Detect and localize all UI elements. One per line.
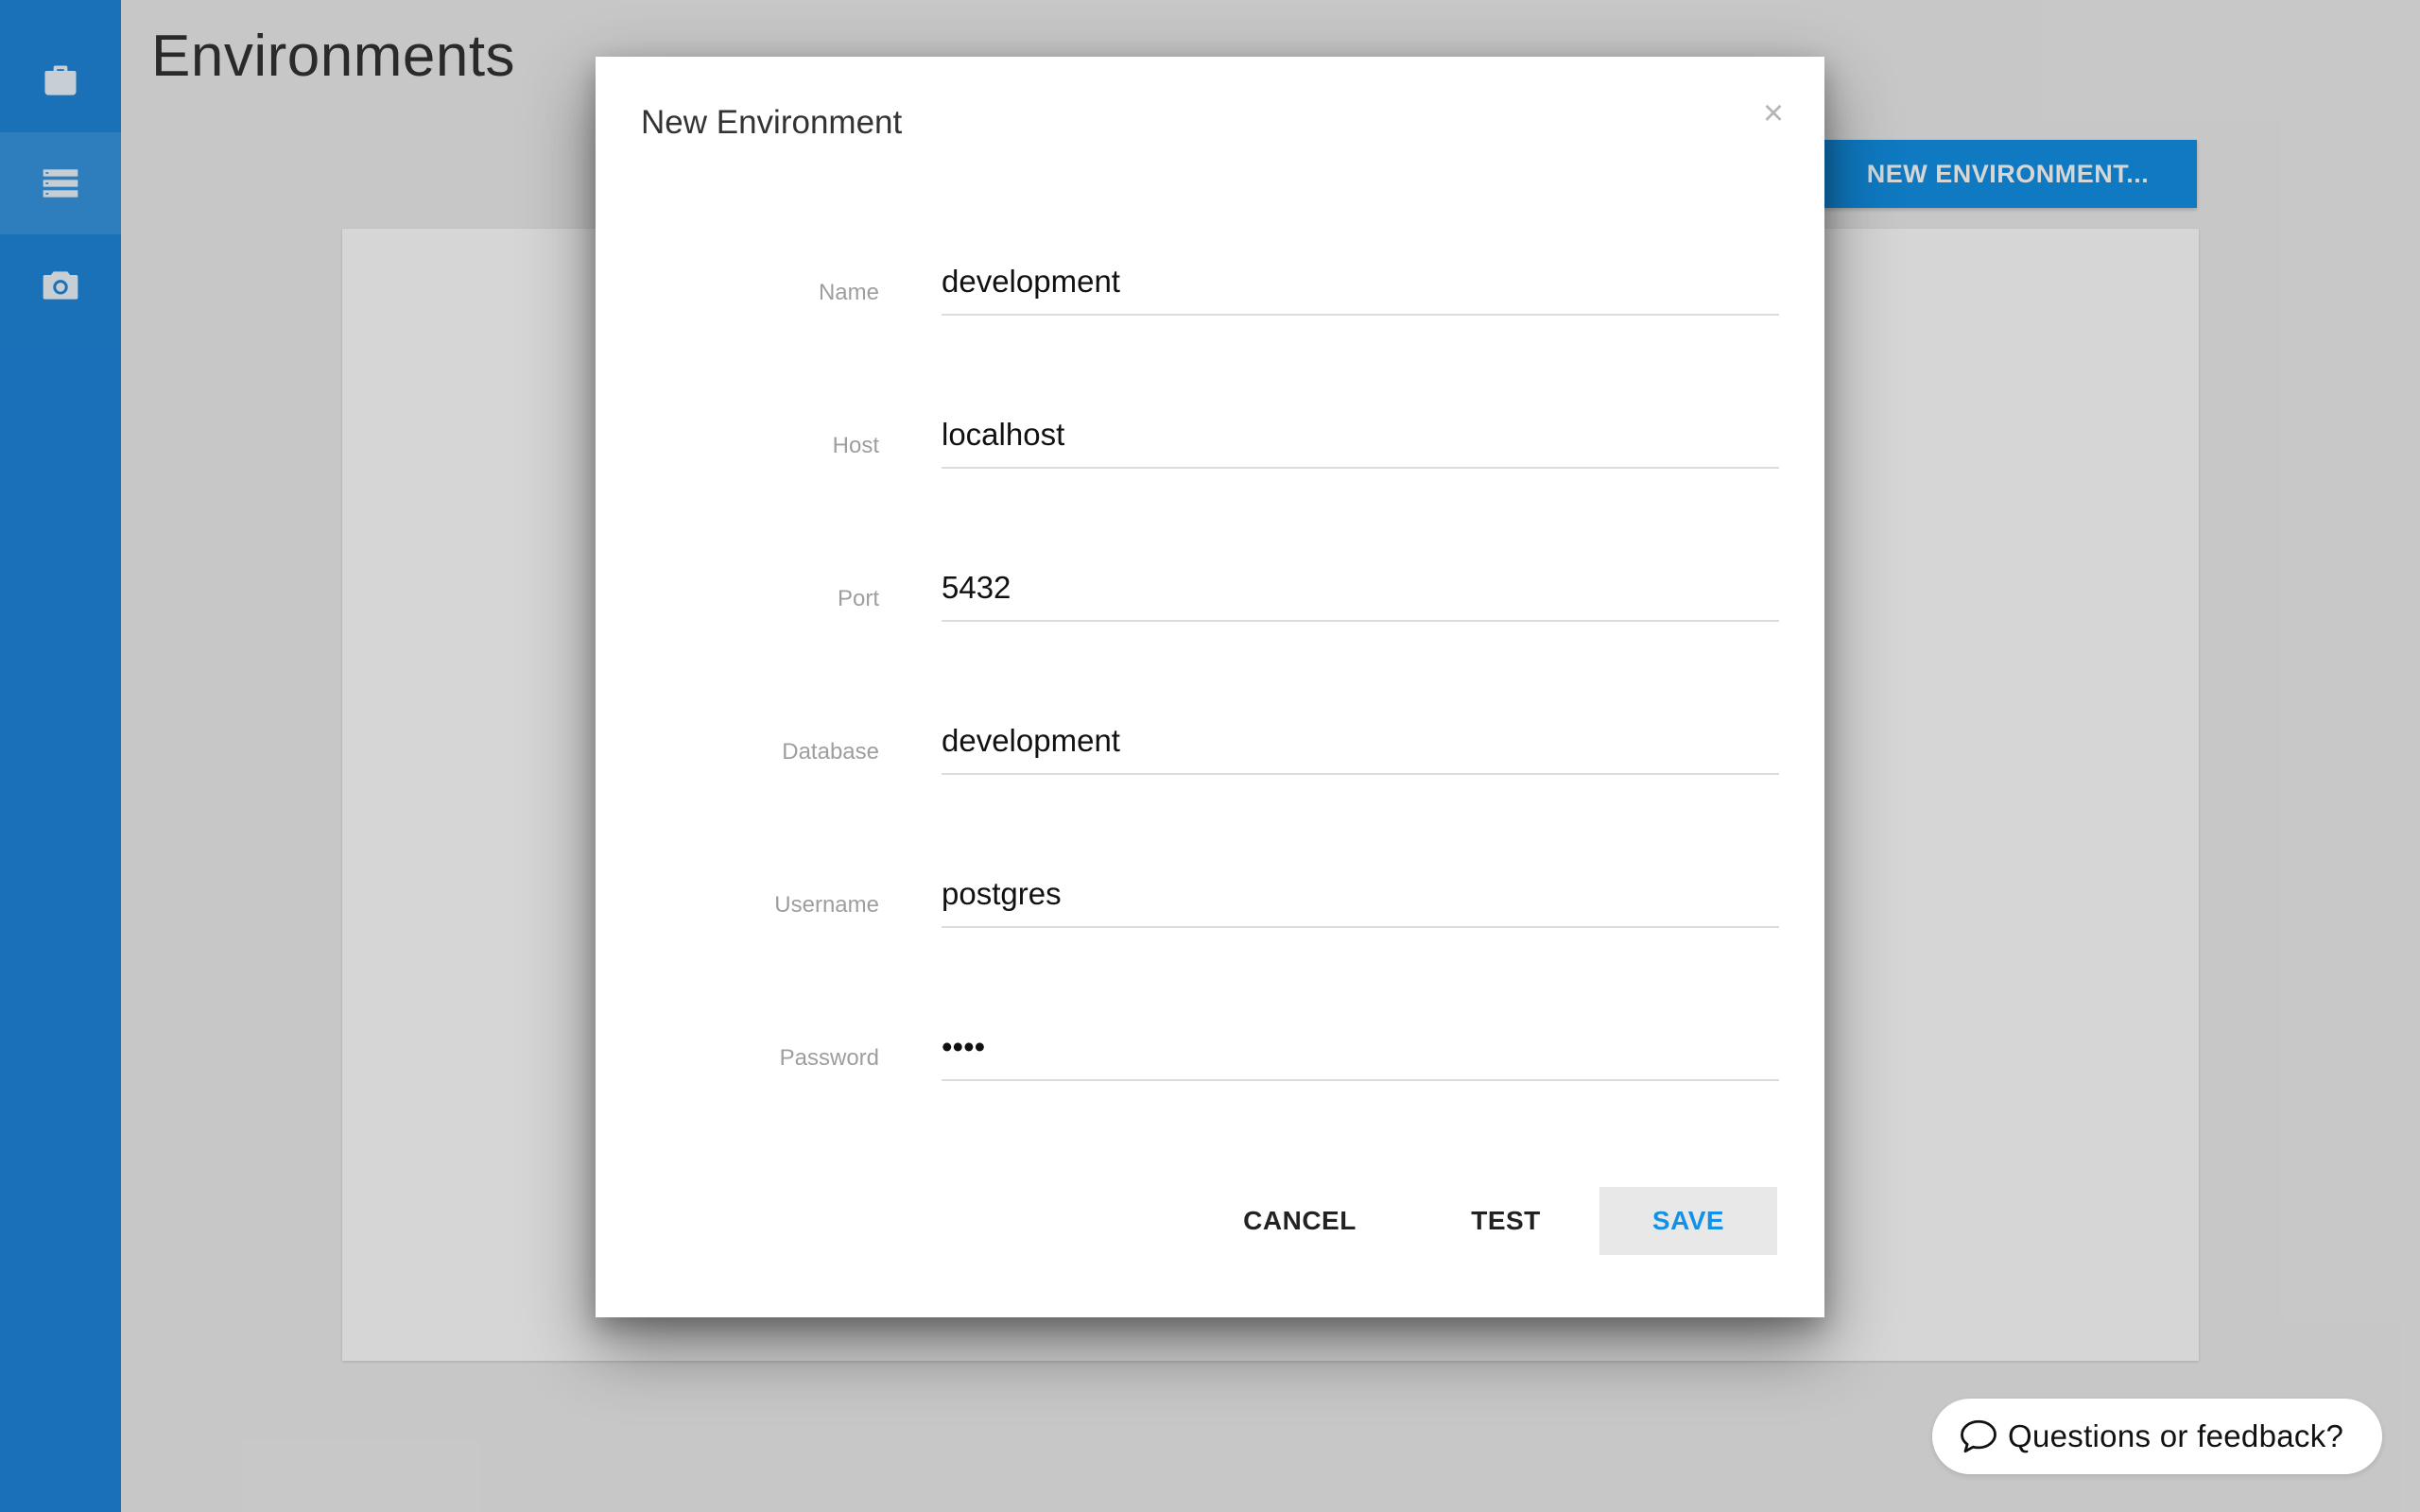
app-root: Environments NEW ENVIRONMENT... New Envi… <box>0 0 2420 1512</box>
field-row-host: Host <box>596 395 1824 471</box>
port-input[interactable] <box>942 548 1779 622</box>
dialog-actions: CANCEL TEST SAVE <box>596 1187 1824 1255</box>
cancel-button[interactable]: CANCEL <box>1214 1187 1386 1255</box>
host-input[interactable] <box>942 395 1779 469</box>
save-button[interactable]: SAVE <box>1599 1187 1777 1255</box>
new-environment-dialog: New Environment × Name Host Port Databas… <box>596 57 1824 1317</box>
field-row-password: Password <box>596 1007 1824 1083</box>
feedback-button[interactable]: Questions or feedback? <box>1932 1399 2382 1474</box>
name-input[interactable] <box>942 242 1779 316</box>
feedback-label: Questions or feedback? <box>2008 1418 2344 1453</box>
name-label: Name <box>818 280 879 305</box>
field-row-database: Database <box>596 701 1824 777</box>
username-input[interactable] <box>942 854 1779 928</box>
test-button[interactable]: TEST <box>1435 1187 1577 1255</box>
field-row-name: Name <box>596 242 1824 318</box>
password-label: Password <box>779 1045 879 1071</box>
field-row-port: Port <box>596 548 1824 624</box>
password-input[interactable] <box>942 1007 1779 1081</box>
dialog-title: New Environment <box>641 104 903 141</box>
host-label: Host <box>832 433 879 458</box>
username-label: Username <box>774 892 879 918</box>
database-label: Database <box>782 739 879 765</box>
chat-bubble-icon <box>1961 1419 1996 1453</box>
close-icon[interactable]: × <box>1754 94 1792 133</box>
field-row-username: Username <box>596 854 1824 930</box>
port-label: Port <box>837 586 879 611</box>
database-input[interactable] <box>942 701 1779 775</box>
